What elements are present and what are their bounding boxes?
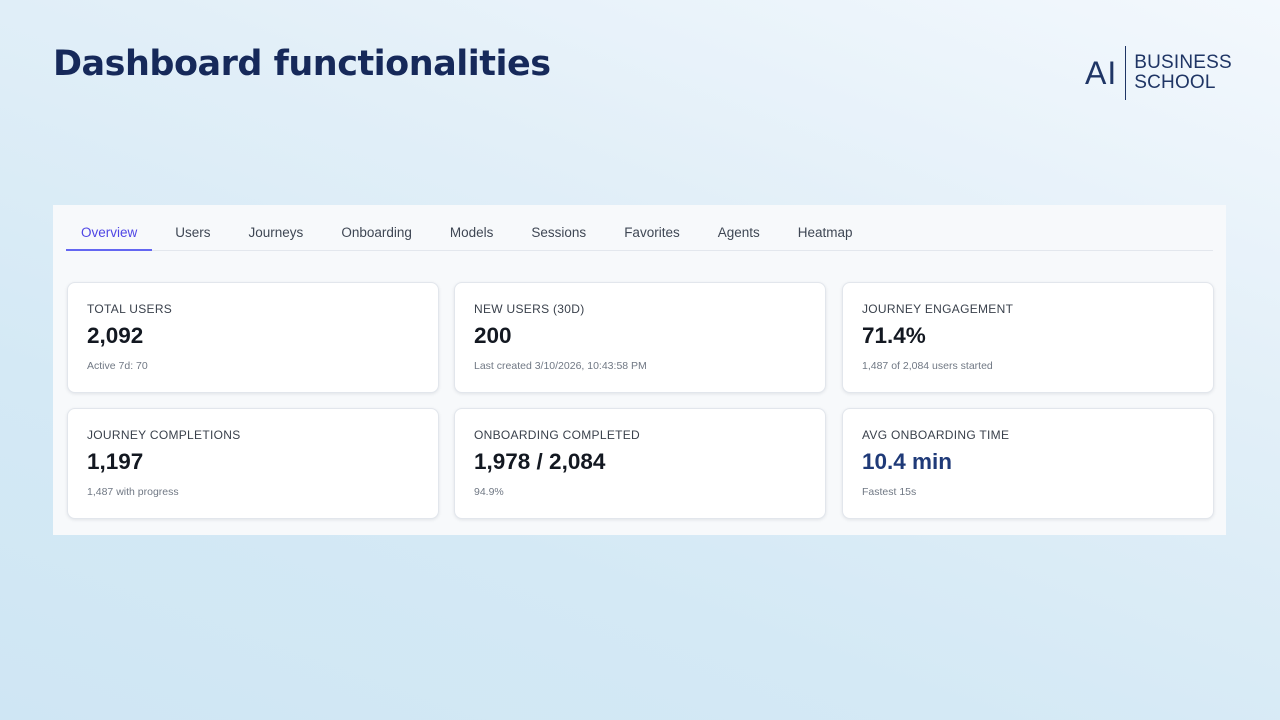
stat-label: ONBOARDING COMPLETED <box>474 428 641 442</box>
stat-subtext: 1,487 with progress <box>87 486 179 498</box>
stat-value: 1,197 <box>87 449 144 474</box>
stat-label: JOURNEY COMPLETIONS <box>87 428 241 442</box>
ai-business-school-logo: AI BUSINESS SCHOOL <box>1085 46 1232 100</box>
stat-label: TOTAL USERS <box>87 302 173 316</box>
logo-line-1: BUSINESS <box>1134 52 1232 73</box>
stat-value: 71.4% <box>862 323 926 348</box>
stat-label: AVG ONBOARDING TIME <box>862 428 1010 442</box>
stat-label: NEW USERS (30D) <box>474 302 585 316</box>
stat-subtext: Last created 3/10/2026, 10:43:58 PM <box>474 360 647 372</box>
logo-mark: AI <box>1085 55 1118 91</box>
stat-card-avg-onboarding-time: AVG ONBOARDING TIME 10.4 min Fastest 15s <box>842 408 1214 519</box>
tab-onboarding[interactable]: Onboarding <box>326 205 427 251</box>
tab-overview[interactable]: Overview <box>66 205 153 251</box>
logo-divider <box>1125 46 1127 100</box>
stat-value: 2,092 <box>87 323 144 348</box>
stat-card-journey-completions: JOURNEY COMPLETIONS 1,197 1,487 with pro… <box>67 408 439 519</box>
stat-card-total-users: TOTAL USERS 2,092 Active 7d: 70 <box>67 282 439 393</box>
tab-users[interactable]: Users <box>160 205 225 251</box>
stat-card-new-users: NEW USERS (30D) 200 Last created 3/10/20… <box>454 282 826 393</box>
tab-favorites[interactable]: Favorites <box>609 205 695 251</box>
stat-value: 200 <box>474 323 512 348</box>
tab-models[interactable]: Models <box>435 205 509 251</box>
tab-heatmap[interactable]: Heatmap <box>783 205 868 251</box>
stat-value: 10.4 min <box>862 449 953 474</box>
stat-subtext: Active 7d: 70 <box>87 360 148 372</box>
stat-card-journey-engagement: JOURNEY ENGAGEMENT 71.4% 1,487 of 2,084 … <box>842 282 1214 393</box>
stat-card-onboarding-completed: ONBOARDING COMPLETED 1,978 / 2,084 94.9% <box>454 408 826 519</box>
tab-agents[interactable]: Agents <box>703 205 775 251</box>
tab-bar: Overview Users Journeys Onboarding Model… <box>66 205 1213 251</box>
stat-label: JOURNEY ENGAGEMENT <box>862 302 1014 316</box>
tab-sessions[interactable]: Sessions <box>516 205 601 251</box>
logo-line-2: SCHOOL <box>1134 72 1216 93</box>
tab-journeys[interactable]: Journeys <box>234 205 319 251</box>
stat-subtext: 94.9% <box>474 486 504 498</box>
stat-value: 1,978 / 2,084 <box>474 449 606 474</box>
dashboard-panel: Overview Users Journeys Onboarding Model… <box>53 205 1226 535</box>
slide-title: Dashboard functionalities <box>53 44 551 84</box>
logo-wordmark: BUSINESS SCHOOL <box>1134 53 1232 93</box>
stat-subtext: Fastest 15s <box>862 486 917 498</box>
stat-subtext: 1,487 of 2,084 users started <box>862 360 993 372</box>
